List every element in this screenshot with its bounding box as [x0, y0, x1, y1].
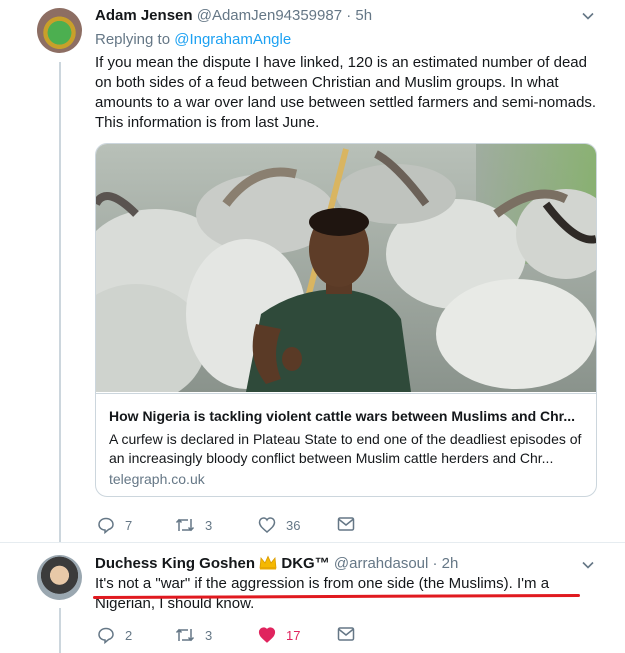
- card-domain[interactable]: telegraph.co.uk: [109, 471, 205, 487]
- tweet-time[interactable]: · 5h: [346, 7, 372, 24]
- heart-icon: [258, 517, 276, 533]
- tweet-text: If you mean the dispute I have linked, 1…: [95, 54, 597, 131]
- reply-count: 7: [125, 517, 133, 533]
- heart-icon: [258, 627, 276, 643]
- tweet-time[interactable]: · 2h: [433, 555, 459, 572]
- tweet-header: Adam Jensen @AdamJen94359987 · 5h: [95, 7, 372, 24]
- retweet-icon: [175, 628, 195, 642]
- thread-line: [59, 62, 61, 542]
- reply-button[interactable]: 2: [97, 626, 132, 644]
- reply-icon: [98, 627, 114, 644]
- direct-message-button[interactable]: [337, 516, 365, 532]
- card-title[interactable]: How Nigeria is tackling violent cattle w…: [109, 408, 589, 424]
- retweet-icon: [175, 518, 195, 532]
- display-name[interactable]: Adam Jensen: [95, 7, 193, 24]
- retweet-count: 3: [205, 517, 213, 533]
- like-button[interactable]: 36: [258, 516, 300, 534]
- replying-label: Replying to: [95, 31, 175, 48]
- thread-line-continued: [59, 608, 61, 653]
- reply-button[interactable]: 7: [97, 516, 132, 534]
- user-handle[interactable]: @AdamJen94359987: [197, 7, 342, 24]
- avatar[interactable]: [37, 555, 82, 600]
- tweet-divider: [0, 542, 625, 543]
- retweet-count: 3: [205, 627, 213, 643]
- display-name[interactable]: Duchess King Goshen: [95, 555, 255, 572]
- link-card[interactable]: How Nigeria is tackling violent cattle w…: [95, 143, 597, 497]
- replying-to-mention[interactable]: @IngrahamAngle: [174, 31, 291, 48]
- mail-icon: [337, 627, 355, 641]
- crown-icon: [259, 555, 277, 570]
- avatar[interactable]: [37, 8, 82, 53]
- reply-count: 2: [125, 627, 133, 643]
- tweet-header: Duchess King Goshen DKG™ @arrahdasoul · …: [95, 555, 458, 572]
- user-handle[interactable]: @arrahdasoul: [334, 555, 428, 572]
- chevron-down-icon[interactable]: [581, 9, 595, 23]
- retweet-button[interactable]: 3: [175, 626, 212, 644]
- retweet-button[interactable]: 3: [175, 516, 212, 534]
- card-description: A curfew is declared in Plateau State to…: [109, 431, 582, 466]
- like-button[interactable]: 17: [258, 626, 300, 644]
- direct-message-button[interactable]: [337, 626, 365, 642]
- replying-to: Replying to @IngrahamAngle: [95, 31, 291, 48]
- reply-icon: [98, 517, 114, 534]
- mail-icon: [337, 517, 355, 531]
- card-image[interactable]: [96, 144, 596, 392]
- like-count: 17: [286, 627, 301, 643]
- display-name-suffix[interactable]: DKG™: [281, 555, 329, 572]
- like-count: 36: [286, 517, 301, 533]
- card-body[interactable]: How Nigeria is tackling violent cattle w…: [96, 393, 596, 496]
- chevron-down-icon[interactable]: [581, 558, 595, 572]
